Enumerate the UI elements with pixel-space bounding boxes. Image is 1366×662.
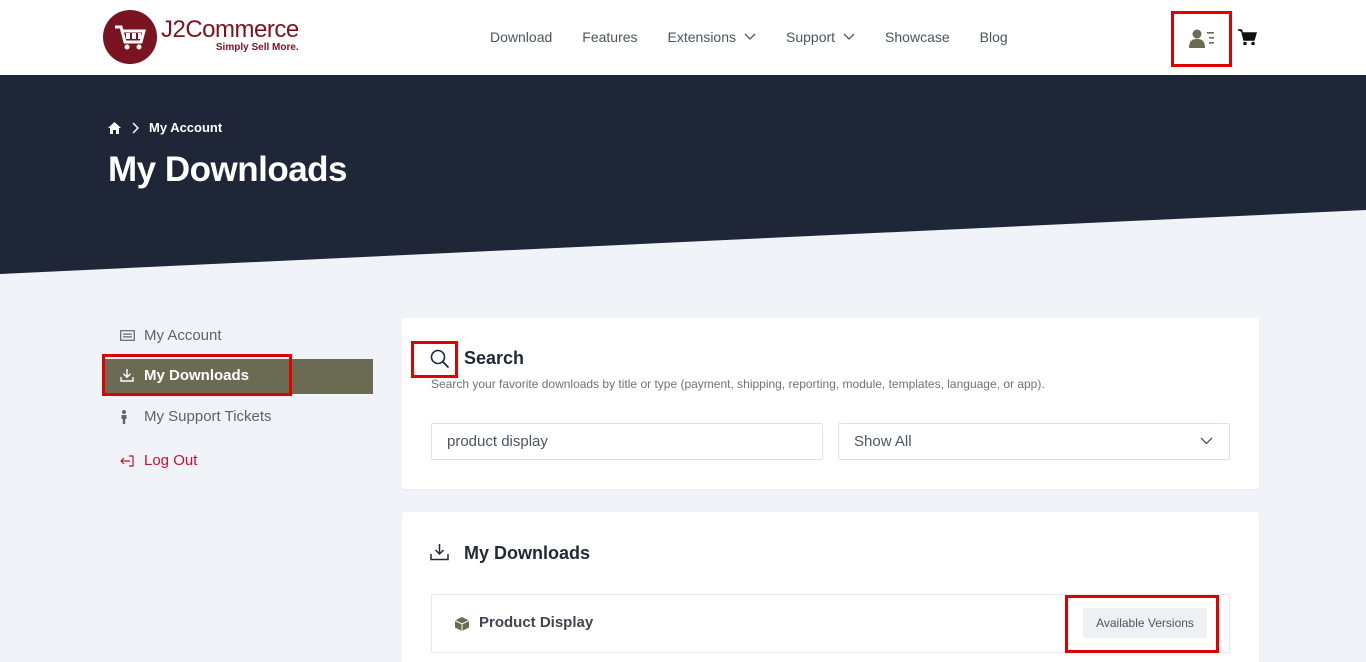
sidebar-item-log-out[interactable]: Log Out	[108, 452, 197, 469]
search-description: Search your favorite downloads by title …	[431, 377, 1045, 391]
breadcrumb: My Account	[108, 120, 222, 135]
chevron-down-icon	[1200, 437, 1213, 445]
chevron-down-icon	[744, 33, 756, 40]
highlight-box	[102, 354, 292, 396]
type-filter-value: Show All	[854, 433, 912, 450]
brand-name: J2Commerce	[161, 15, 299, 43]
nav-blog[interactable]: Blog	[980, 29, 1008, 45]
package-icon	[454, 617, 470, 631]
cart-button[interactable]	[1238, 28, 1257, 51]
search-input[interactable]: product display	[431, 423, 823, 460]
search-icon	[430, 349, 450, 369]
account-button[interactable]	[1171, 11, 1232, 67]
type-filter-select[interactable]: Show All	[838, 423, 1230, 460]
breadcrumb-separator-icon	[131, 121, 139, 134]
highlight-box	[1065, 595, 1219, 653]
page-title: My Downloads	[108, 150, 348, 189]
nav-features[interactable]: Features	[582, 29, 637, 45]
chevron-down-icon	[843, 33, 855, 40]
downloads-title: My Downloads	[464, 543, 591, 563]
logout-icon	[120, 454, 142, 467]
id-card-icon	[120, 330, 142, 341]
home-icon[interactable]	[108, 121, 121, 134]
sidebar-item-my-account[interactable]: My Account	[108, 327, 222, 344]
site-header: J2Commerce Simply Sell More. Download Fe…	[0, 0, 1366, 75]
account-icon	[1188, 29, 1214, 48]
list-item-label: Product Display	[479, 614, 594, 631]
nav-support[interactable]: Support	[786, 29, 855, 45]
sidebar-item-label: Log Out	[144, 452, 198, 469]
nav-showcase[interactable]: Showcase	[885, 29, 950, 45]
sidebar-item-label: My Support Tickets	[144, 408, 272, 425]
cart-logo-icon	[103, 10, 157, 64]
breadcrumb-current[interactable]: My Account	[149, 120, 222, 135]
cart-icon	[1238, 29, 1257, 46]
sidebar-item-my-support-tickets[interactable]: My Support Tickets	[108, 408, 272, 425]
main-nav: Download Features Extensions Support Sho…	[490, 29, 1038, 45]
search-card	[402, 318, 1259, 489]
person-icon	[120, 409, 142, 424]
nav-download[interactable]: Download	[490, 29, 552, 45]
download-icon	[430, 544, 449, 561]
sidebar-item-label: My Account	[144, 327, 222, 344]
brand-logo[interactable]: J2Commerce Simply Sell More.	[103, 10, 299, 64]
search-title: Search	[464, 348, 525, 368]
nav-extensions[interactable]: Extensions	[668, 29, 756, 45]
